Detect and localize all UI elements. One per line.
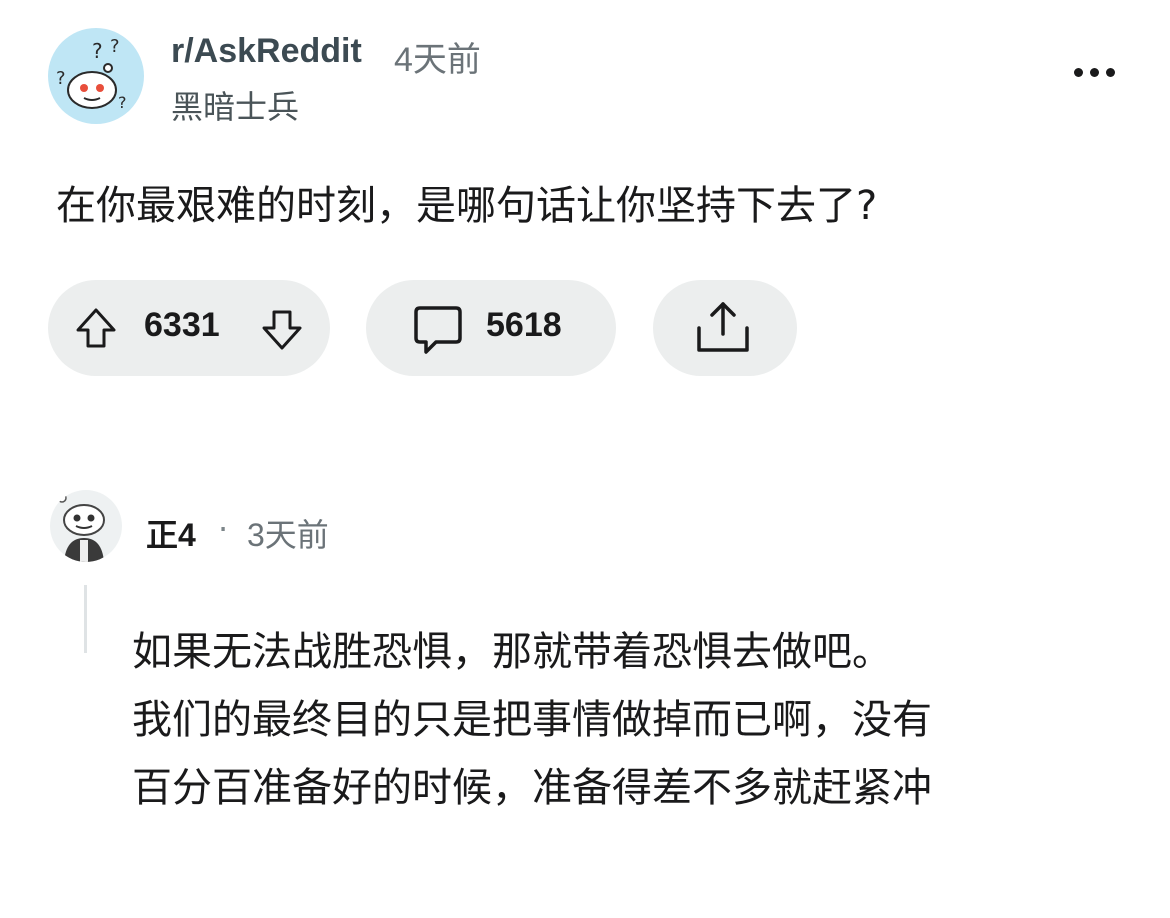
subreddit-name[interactable]: r/AskReddit: [171, 32, 362, 71]
upvote-icon[interactable]: [74, 306, 118, 350]
comment-text-line: 如果无法战胜恐惧，那就带着恐惧去做吧。: [132, 629, 892, 675]
comment-bubble-icon: [414, 306, 462, 354]
comment-timestamp: 3天前: [247, 517, 329, 553]
downvote-icon[interactable]: [260, 308, 304, 352]
svg-text:?: ?: [118, 93, 127, 112]
post-title[interactable]: 在你最艰难的时刻，是哪句话让你坚持下去了?: [56, 176, 1116, 236]
comment-username[interactable]: 正4: [146, 510, 196, 556]
post-author[interactable]: 黑暗士兵: [171, 82, 299, 128]
user-avatar-icon[interactable]: [50, 490, 122, 562]
subreddit-avatar-icon[interactable]: ? ? ? ?: [48, 28, 144, 124]
comments-button[interactable]: 5618: [366, 280, 616, 376]
svg-text:?: ?: [92, 39, 103, 63]
comment-body: 如果无法战胜恐惧，那就带着恐惧去做吧。 我们的最终目的只是把事情做掉而已啊，没有…: [132, 618, 1152, 822]
more-options-icon[interactable]: [1074, 64, 1118, 80]
svg-text:?: ?: [110, 36, 120, 57]
share-icon: [697, 302, 749, 352]
svg-text:?: ?: [56, 68, 66, 89]
upvote-count: 6331: [144, 306, 220, 344]
post-timestamp: 4天前: [394, 41, 481, 79]
vote-bar: 6331: [48, 280, 330, 376]
comment-text-line: 我们的最终目的只是把事情做掉而已啊，没有: [132, 697, 932, 743]
share-button[interactable]: [653, 280, 797, 376]
separator-dot: ·: [218, 510, 229, 548]
comment-text-line: 百分百准备好的时候，准备得差不多就赶紧冲: [132, 765, 932, 811]
comment-count: 5618: [486, 306, 562, 344]
thread-line[interactable]: [84, 585, 87, 653]
post-header: ? ? ? ? r/AskReddit 4天前 黑暗士兵: [48, 28, 1128, 128]
